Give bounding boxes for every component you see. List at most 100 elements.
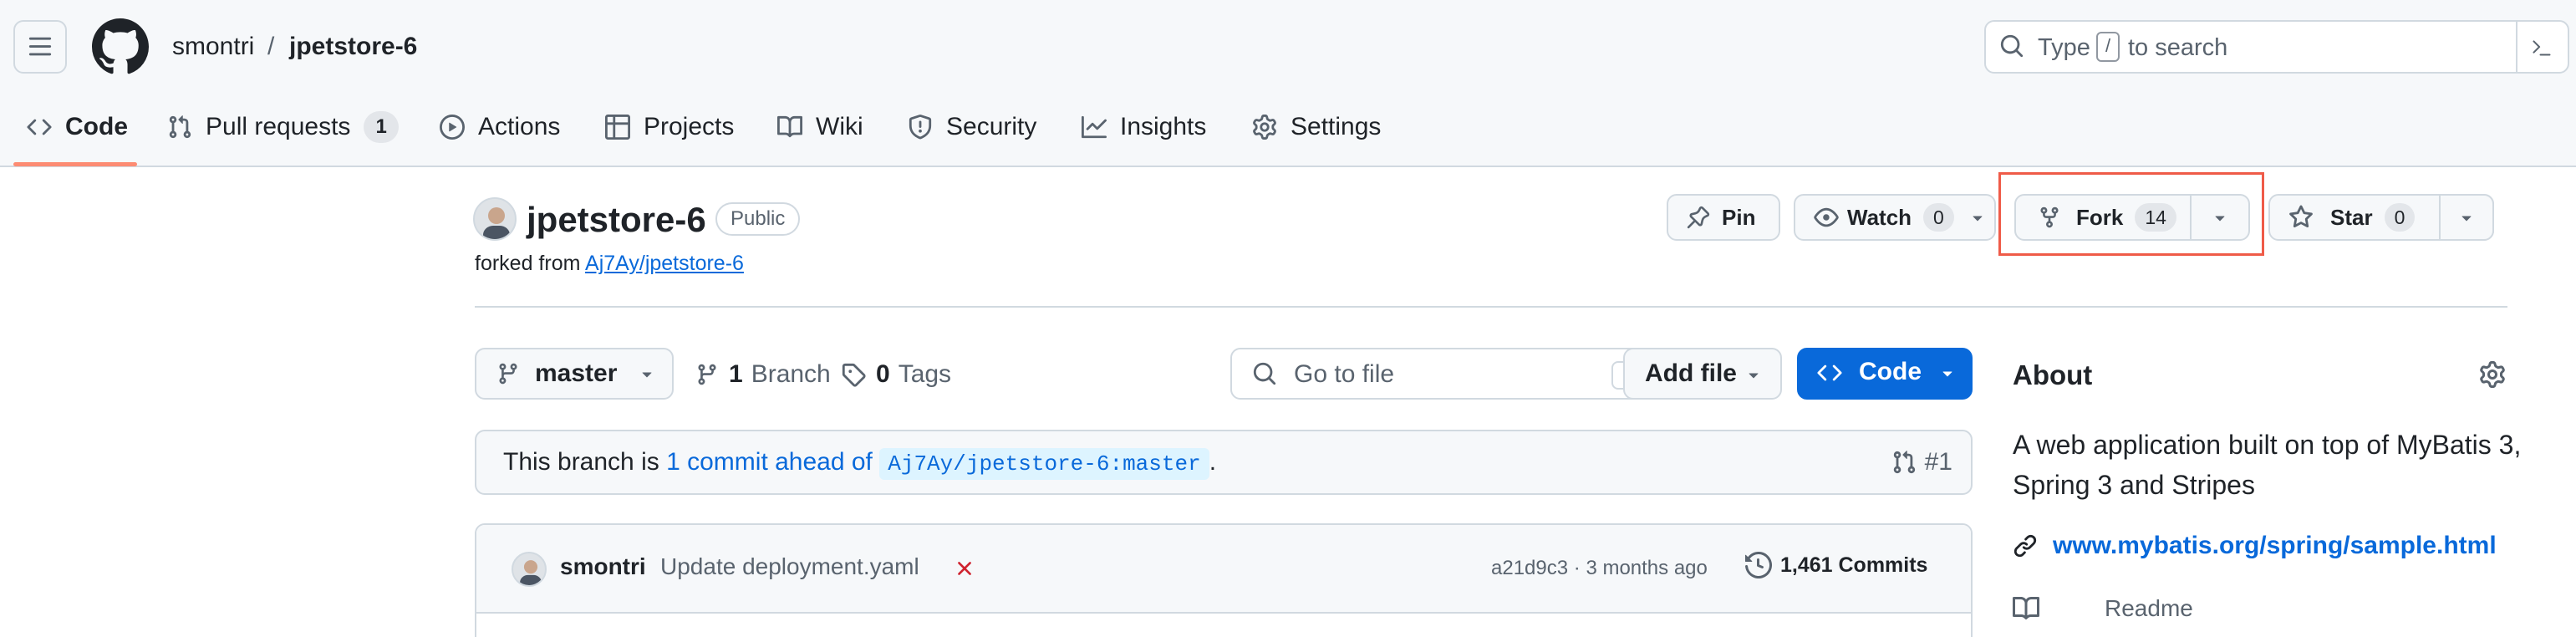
search-shortcut-key: /: [2096, 32, 2120, 62]
book-icon: [777, 115, 802, 138]
branches-link[interactable]: 1 Branch: [695, 351, 831, 398]
search-icon: [2000, 34, 2024, 58]
commit-meta-dot: ·: [1573, 557, 1581, 579]
pin-button[interactable]: Pin: [1667, 194, 1780, 241]
commit-sha[interactable]: a21d9c3: [1491, 557, 1568, 579]
forked-prefix: forked from: [475, 252, 581, 275]
global-search-input[interactable]: Type / to search: [1984, 20, 2569, 74]
commit-message[interactable]: Update deployment.yaml: [660, 553, 919, 580]
tab-projects-label: Projects: [644, 113, 735, 140]
tag-label: Tags: [898, 360, 952, 388]
history-icon: [1745, 552, 1772, 578]
avatar-image: [520, 560, 542, 585]
command-palette-icon[interactable]: [2528, 33, 2554, 60]
menu-button[interactable]: [13, 20, 67, 74]
add-file-button[interactable]: Add file: [1623, 348, 1782, 400]
ahead-suffix: .: [1209, 448, 1217, 476]
pull-requests-count-badge: 1: [364, 111, 399, 143]
branch-select-button[interactable]: master: [475, 348, 674, 400]
code-dropdown-button[interactable]: Code: [1797, 348, 1973, 400]
latest-commit-box: smontri Update deployment.yaml a21d9c3 ·…: [475, 523, 1973, 637]
breadcrumb-repo[interactable]: jpetstore-6: [289, 30, 417, 64]
add-file-label: Add file: [1645, 359, 1737, 387]
tab-security-label: Security: [946, 113, 1037, 140]
search-placeholder-prefix: Type: [2038, 34, 2090, 61]
commits-history-link[interactable]: 1,461 Commits: [1745, 552, 1927, 578]
play-circle-icon: [440, 115, 465, 140]
book-icon: [2013, 596, 2039, 619]
tab-actions[interactable]: Actions: [440, 109, 560, 145]
shield-icon: [909, 115, 932, 140]
about-description: A web application built on top of MyBati…: [2013, 430, 2522, 500]
commits-ahead-link[interactable]: 1 commit ahead of: [666, 448, 873, 476]
branch-label: Branch: [751, 360, 831, 388]
tab-insights-label: Insights: [1120, 113, 1207, 140]
header-divider: [475, 306, 2507, 308]
upstream-ref-link[interactable]: Aj7Ay/jpetstore-6:master: [879, 448, 1209, 480]
pull-request-link[interactable]: #1: [1891, 448, 1952, 476]
pull-request-icon: [169, 115, 191, 139]
branch-name: master: [535, 359, 618, 387]
commit-author-avatar[interactable]: [512, 552, 547, 587]
x-status-icon[interactable]: [953, 557, 976, 580]
tab-security[interactable]: Security: [908, 109, 1036, 145]
commit-author[interactable]: smontri: [560, 553, 646, 580]
gear-icon[interactable]: [2479, 361, 2506, 388]
branch-count: 1: [729, 360, 743, 388]
go-to-file-input[interactable]: Go to file t: [1230, 348, 1655, 400]
chevron-down-icon: [1973, 216, 1983, 222]
tags-link[interactable]: 0 Tags: [841, 351, 951, 398]
tag-count: 0: [876, 360, 890, 388]
star-dropdown-button[interactable]: [2439, 194, 2494, 241]
tab-pull-requests[interactable]: Pull requests 1: [167, 109, 399, 145]
hamburger-icon: [28, 37, 52, 56]
ahead-prefix: This branch is: [503, 448, 659, 476]
table-icon: [605, 115, 630, 140]
tab-pull-requests-label: Pull requests: [206, 113, 351, 140]
link-icon: [2013, 534, 2037, 558]
latest-commit-header: smontri Update deployment.yaml a21d9c3 ·…: [476, 525, 1971, 614]
pull-request-icon: [1893, 451, 1915, 474]
code-icon: [1817, 364, 1842, 381]
tab-settings[interactable]: Settings: [1252, 109, 1381, 145]
forked-source-link[interactable]: Aj7Ay/jpetstore-6: [585, 252, 744, 275]
readme-link[interactable]: Readme: [2105, 595, 2193, 622]
tab-settings-label: Settings: [1291, 113, 1382, 140]
repo-title[interactable]: jpetstore-6: [527, 199, 706, 241]
tab-code-label: Code: [65, 113, 128, 140]
tab-projects[interactable]: Projects: [605, 109, 734, 145]
eye-icon: [1814, 207, 1839, 227]
commit-time: 3 months ago: [1586, 557, 1708, 579]
search-placeholder-suffix: to search: [2128, 34, 2228, 61]
tab-insights[interactable]: Insights: [1082, 109, 1206, 145]
go-to-file-placeholder: Go to file: [1294, 360, 1395, 388]
tab-actions-label: Actions: [478, 113, 561, 140]
fork-highlight-box: [1998, 172, 2264, 256]
github-logo-icon[interactable]: [92, 18, 149, 75]
pin-icon: [1687, 206, 1710, 229]
code-button-label: Code: [1859, 358, 1922, 385]
gear-icon: [1253, 115, 1276, 140]
code-icon: [27, 119, 52, 135]
pin-label: Pin: [1722, 204, 1756, 230]
tag-icon: [842, 363, 866, 387]
search-divider: [2516, 22, 2517, 72]
commit-meta: a21d9c3 · 3 months ago: [1491, 557, 1708, 580]
graph-icon: [1082, 115, 1107, 139]
avatar-image: [483, 207, 510, 239]
git-branch-icon: [698, 364, 716, 385]
about-website-link[interactable]: www.mybatis.org/spring/sample.html: [2053, 532, 2497, 560]
chevron-down-icon: [2461, 216, 2472, 222]
owner-avatar[interactable]: [473, 197, 517, 241]
commit-count: 1,461 Commits: [1780, 553, 1928, 577]
tab-wiki[interactable]: Wiki: [777, 109, 863, 145]
search-icon: [1253, 362, 1276, 385]
pull-request-number: #1: [1924, 448, 1952, 476]
star-label: Star: [2330, 204, 2373, 230]
watch-button[interactable]: Watch 0: [1794, 194, 1996, 241]
tab-code[interactable]: Code: [27, 109, 128, 145]
tab-wiki-label: Wiki: [816, 113, 863, 140]
visibility-badge: Public: [715, 202, 801, 236]
branch-ahead-banner: This branch is 1 commit ahead of Aj7Ay/j…: [475, 430, 1973, 495]
breadcrumb-owner[interactable]: smontri: [172, 30, 254, 64]
